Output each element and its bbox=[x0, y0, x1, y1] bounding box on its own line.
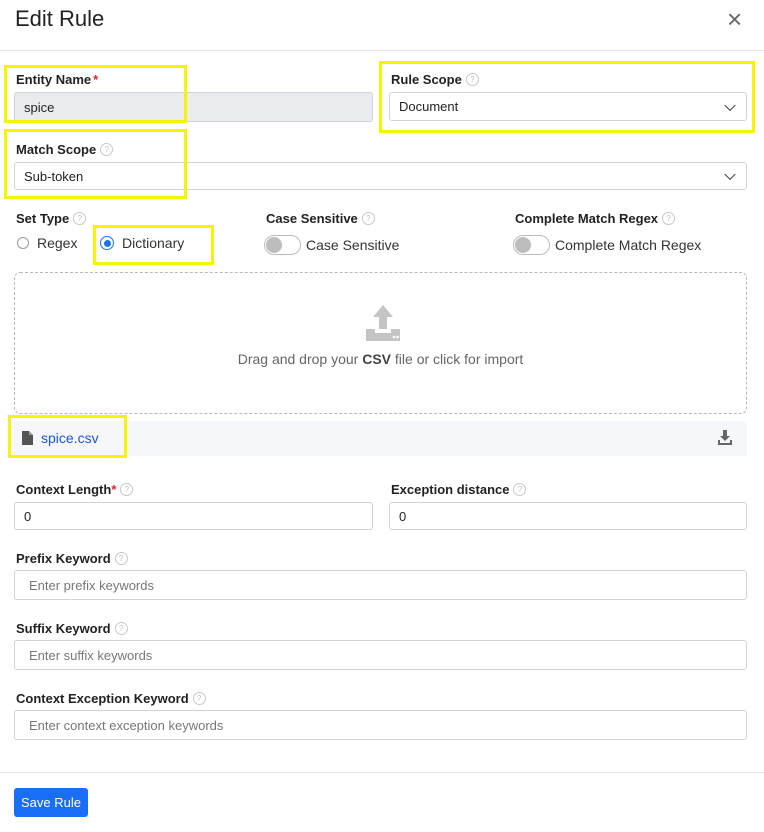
dialog-title: Edit Rule bbox=[15, 6, 105, 31]
radio-button[interactable] bbox=[17, 237, 29, 249]
help-icon[interactable]: ? bbox=[114, 552, 128, 566]
exception-distance-input[interactable]: 0 bbox=[389, 502, 747, 530]
rule-scope-value: Document bbox=[399, 99, 459, 114]
dropzone-text: Drag and drop your CSV file or click for… bbox=[237, 351, 524, 367]
prefix-keyword-placeholder: Enter prefix keywords bbox=[29, 577, 154, 593]
context-exception-keyword-label: Context Exception Keyword? bbox=[16, 691, 206, 706]
match-scope-label: Match Scope? bbox=[16, 142, 114, 157]
exception-distance-value: 0 bbox=[399, 508, 407, 524]
context-length-label-text: Context Length bbox=[16, 482, 112, 497]
context-length-value: 0 bbox=[24, 508, 32, 524]
prefix-keyword-label-text: Prefix Keyword bbox=[16, 551, 111, 566]
match-scope-select[interactable]: Sub-token bbox=[14, 162, 747, 190]
chevron-down-icon bbox=[724, 168, 736, 181]
csv-dropzone[interactable]: Drag and drop your CSV file or click for… bbox=[14, 272, 747, 414]
context-exception-keyword-input[interactable]: Enter context exception keywords bbox=[14, 710, 747, 740]
file-name-link[interactable]: spice.csv bbox=[41, 430, 99, 446]
match-scope-label-text: Match Scope bbox=[16, 142, 97, 157]
suffix-keyword-input[interactable]: Enter suffix keywords bbox=[14, 640, 747, 670]
csv-file-icon bbox=[22, 431, 33, 445]
radio-regex[interactable]: Regex bbox=[17, 235, 77, 251]
help-icon[interactable]: ? bbox=[114, 622, 128, 636]
chevron-down-icon bbox=[724, 99, 736, 111]
help-icon[interactable]: ? bbox=[513, 483, 527, 497]
help-icon[interactable]: ? bbox=[192, 692, 206, 706]
suffix-keyword-label: Suffix Keyword? bbox=[16, 621, 128, 636]
suffix-keyword-placeholder: Enter suffix keywords bbox=[29, 647, 153, 663]
prefix-keyword-input[interactable]: Enter prefix keywords bbox=[14, 570, 747, 600]
entity-name-label: Entity Name * bbox=[16, 72, 98, 87]
help-icon[interactable]: ? bbox=[361, 212, 375, 226]
entity-name-value: spice bbox=[24, 99, 55, 115]
help-icon[interactable]: ? bbox=[100, 143, 114, 157]
help-icon[interactable]: ? bbox=[120, 483, 134, 497]
required-marker: * bbox=[93, 72, 99, 87]
radio-dictionary[interactable]: Dictionary bbox=[100, 235, 184, 251]
upload-icon bbox=[366, 305, 400, 341]
radio-regex-label: Regex bbox=[37, 235, 78, 251]
close-icon[interactable]: × bbox=[727, 4, 742, 34]
exception-distance-label: Exception distance? bbox=[391, 482, 527, 497]
rule-scope-label: Rule Scope? bbox=[391, 72, 479, 87]
exception-distance-label-text: Exception distance bbox=[391, 482, 510, 497]
prefix-keyword-label: Prefix Keyword? bbox=[16, 551, 128, 566]
set-type-label-text: Set Type bbox=[16, 211, 70, 226]
radio-dictionary-label: Dictionary bbox=[122, 235, 185, 251]
dialog-header: Edit Rule × bbox=[0, 0, 764, 51]
rule-scope-select[interactable]: Document bbox=[389, 92, 747, 121]
toggle-switch[interactable] bbox=[513, 235, 550, 255]
entity-name-field[interactable]: spice bbox=[14, 92, 373, 122]
case-sensitive-toggle[interactable]: Case Sensitive bbox=[264, 235, 399, 255]
context-exception-keyword-placeholder: Enter context exception keywords bbox=[29, 717, 224, 733]
footer-divider bbox=[0, 772, 764, 773]
toggle-switch[interactable] bbox=[264, 235, 301, 255]
complete-match-regex-label-text: Complete Match Regex bbox=[515, 211, 659, 226]
uploaded-file-row: spice.csv bbox=[14, 421, 747, 456]
match-scope-value: Sub-token bbox=[24, 168, 84, 184]
context-exception-keyword-label-text: Context Exception Keyword bbox=[16, 691, 189, 706]
case-sensitive-toggle-label: Case Sensitive bbox=[306, 237, 400, 253]
radio-button-selected[interactable] bbox=[100, 236, 114, 250]
required-marker: * bbox=[111, 482, 117, 497]
context-length-label: Context Length*? bbox=[16, 482, 134, 497]
help-icon[interactable]: ? bbox=[662, 212, 676, 226]
complete-match-regex-toggle-label: Complete Match Regex bbox=[555, 237, 702, 253]
complete-match-regex-toggle[interactable]: Complete Match Regex bbox=[513, 235, 701, 255]
entity-name-label-text: Entity Name bbox=[16, 72, 92, 87]
download-icon[interactable] bbox=[717, 429, 733, 445]
suffix-keyword-label-text: Suffix Keyword bbox=[16, 621, 111, 636]
case-sensitive-label: Case Sensitive? bbox=[266, 211, 375, 226]
set-type-label: Set Type? bbox=[16, 211, 87, 226]
context-length-input[interactable]: 0 bbox=[14, 502, 373, 530]
rule-scope-label-text: Rule Scope bbox=[391, 72, 462, 87]
case-sensitive-label-text: Case Sensitive bbox=[266, 211, 358, 226]
help-icon[interactable]: ? bbox=[465, 73, 479, 87]
complete-match-regex-label: Complete Match Regex? bbox=[515, 211, 676, 226]
help-icon[interactable]: ? bbox=[73, 212, 87, 226]
save-rule-button[interactable]: Save Rule bbox=[14, 788, 88, 817]
